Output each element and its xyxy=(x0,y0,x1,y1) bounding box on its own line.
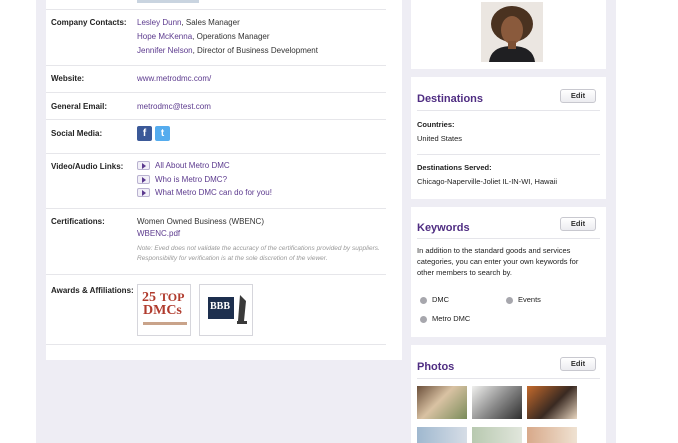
company-contacts-label: Company Contacts: xyxy=(51,18,127,27)
contact-name-link[interactable]: Hope McKenna xyxy=(137,32,192,41)
general-email-row: General Email: metrodmc@test.com xyxy=(46,92,386,119)
contact-title: , Operations Manager xyxy=(192,32,270,41)
photo-thumbnail[interactable] xyxy=(417,427,467,443)
keyword-text: Events xyxy=(518,295,541,304)
video-link-item[interactable]: All About Metro DMC xyxy=(137,159,272,173)
profile-photo-card xyxy=(411,0,606,69)
photo-thumbnail[interactable] xyxy=(417,386,467,419)
keywords-description-line: categories, you can enter your own keywo… xyxy=(417,257,579,266)
top-25-dmcs-award[interactable]: 25 TOP DMCs xyxy=(137,284,191,336)
video-link[interactable]: Who is Metro DMC? xyxy=(155,175,227,184)
company-contacts-row: Company Contacts: Lesley Dunn, Sales Man… xyxy=(46,9,386,65)
twitter-icon[interactable]: t xyxy=(155,126,170,141)
play-icon xyxy=(137,174,150,184)
website-label: Website: xyxy=(51,74,85,83)
photos-title: Photos xyxy=(417,361,455,373)
contact-item: Lesley Dunn, Sales Manager xyxy=(137,16,318,30)
video-link[interactable]: All About Metro DMC xyxy=(155,161,230,170)
video-audio-row: Video/Audio Links: All About Metro DMC W… xyxy=(46,153,386,208)
divider xyxy=(417,110,600,111)
keyword-tag: Metro DMC xyxy=(420,314,470,323)
general-email-link[interactable]: metrodmc@test.com xyxy=(137,102,211,111)
video-links-list: All About Metro DMC Who is Metro DMC? Wh… xyxy=(137,159,272,200)
award-underline xyxy=(143,322,187,325)
certifications-label: Certifications: xyxy=(51,217,105,226)
facebook-icon[interactable]: f xyxy=(137,126,152,141)
photo-thumbnail[interactable] xyxy=(527,427,577,443)
company-profile-panel: Company Contacts: Lesley Dunn, Sales Man… xyxy=(46,0,402,360)
divider xyxy=(417,154,600,155)
person-portrait-icon xyxy=(481,2,543,62)
countries-value: United States xyxy=(417,134,463,143)
certification-file-link[interactable]: WBENC.pdf xyxy=(137,229,180,238)
certification-note: Note: Eved does not validate the accurac… xyxy=(137,245,380,262)
keyword-tag: Events xyxy=(506,295,541,304)
certifications-content: Women Owned Business (WBENC) WBENC.pdf N… xyxy=(137,216,382,264)
keyword-text: Metro DMC xyxy=(432,314,471,323)
destinations-served-label: Destinations Served: xyxy=(417,163,492,172)
countries-label: Countries: xyxy=(417,120,455,129)
keywords-title: Keywords xyxy=(417,222,470,234)
video-link-item[interactable]: What Metro DMC can do for you! xyxy=(137,186,272,200)
social-media-row: Social Media: ft xyxy=(46,119,386,153)
social-media-label: Social Media: xyxy=(51,129,103,138)
awards-label: Awards & Affiliations: xyxy=(51,286,134,295)
keywords-card: Keywords Edit In addition to the standar… xyxy=(411,207,606,337)
video-audio-label: Video/Audio Links: xyxy=(51,162,124,171)
divider xyxy=(417,238,600,239)
video-link-item[interactable]: Who is Metro DMC? xyxy=(137,173,272,187)
keyword-bullet-icon xyxy=(420,315,427,323)
video-link[interactable]: What Metro DMC can do for you! xyxy=(155,188,272,197)
contact-name-link[interactable]: Jennifer Nelson xyxy=(137,46,193,55)
play-icon xyxy=(137,188,150,198)
contact-title: , Sales Manager xyxy=(181,18,240,27)
keywords-edit-button[interactable]: Edit xyxy=(560,217,596,231)
company-contacts-list: Lesley Dunn, Sales Manager Hope McKenna,… xyxy=(137,16,318,58)
divider xyxy=(417,378,600,379)
social-icons: ft xyxy=(137,126,173,141)
keyword-bullet-icon xyxy=(420,296,427,304)
avatar xyxy=(481,2,543,62)
destinations-served-value: Chicago-Naperville-Joliet IL-IN-WI, Hawa… xyxy=(417,177,558,186)
bbb-accredited-badge[interactable]: BBB xyxy=(199,284,253,336)
certifications-row: Certifications: Women Owned Business (WB… xyxy=(46,208,386,274)
photo-thumbnail[interactable] xyxy=(527,386,577,419)
keyword-bullet-icon xyxy=(506,296,513,304)
photos-edit-button[interactable]: Edit xyxy=(560,357,596,371)
award-dmcs-text: DMCs xyxy=(143,303,182,318)
photo-thumbnail[interactable] xyxy=(472,427,522,443)
keyword-text: DMC xyxy=(432,295,450,304)
destinations-card: Destinations Edit Countries: United Stat… xyxy=(411,77,606,199)
destinations-title: Destinations xyxy=(417,93,484,105)
bbb-text: BBB xyxy=(210,301,231,312)
contact-name-link[interactable]: Lesley Dunn xyxy=(137,18,181,27)
play-icon xyxy=(137,161,150,171)
contact-item: Hope McKenna, Operations Manager xyxy=(137,30,318,44)
contact-title: , Director of Business Development xyxy=(192,46,318,55)
keywords-description-line: In addition to the standard goods and se… xyxy=(417,246,571,255)
keyword-tag: DMC xyxy=(420,295,449,304)
website-row: Website: www.metrodmc.com/ xyxy=(46,65,386,92)
certification-name: Women Owned Business (WBENC) xyxy=(137,217,264,226)
website-link[interactable]: www.metrodmc.com/ xyxy=(137,74,211,83)
photos-card: Photos Edit xyxy=(411,345,606,443)
contact-item: Jennifer Nelson, Director of Business De… xyxy=(137,44,318,58)
cropped-image-top xyxy=(137,0,199,3)
keywords-description-line: other members to search by. xyxy=(417,268,512,277)
keywords-description: In addition to the standard goods and se… xyxy=(417,245,578,278)
general-email-label: General Email: xyxy=(51,102,108,111)
destinations-edit-button[interactable]: Edit xyxy=(560,89,596,103)
photo-thumbnail[interactable] xyxy=(472,386,522,419)
certification-file-line: WBENC.pdf xyxy=(137,228,382,240)
